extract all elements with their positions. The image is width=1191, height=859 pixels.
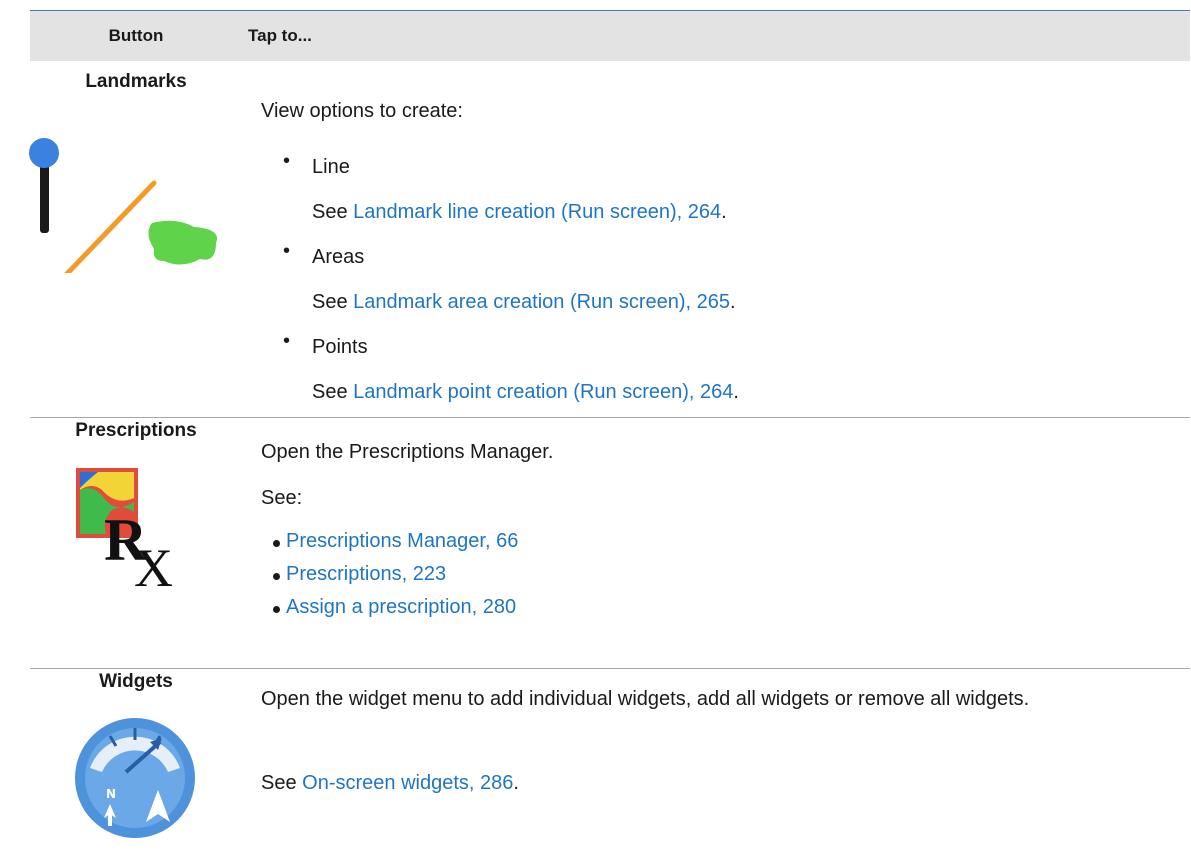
table-row-prescriptions: Prescriptions R X Open the Prescriptions… [30, 418, 1190, 668]
landmarks-item-areas: Areas [312, 246, 365, 268]
table-header: Button Tap to... [30, 11, 1190, 61]
landmarks-areas-see: See Landmark area creation (Run screen),… [312, 291, 736, 313]
bullet-icon [273, 573, 280, 580]
landmarks-label: Landmarks [85, 71, 187, 92]
landmarks-line-see: See Landmark line creation (Run screen),… [312, 201, 727, 223]
prescriptions-manager-link[interactable]: Prescriptions Manager, 66 [286, 530, 518, 553]
prescriptions-icon: R X [76, 468, 186, 598]
assign-prescription-link[interactable]: Assign a prescription, 280 [286, 596, 516, 619]
landmarks-item-points: Points [312, 336, 368, 358]
table-row-widgets: Widgets N Open the widget menu to add in… [30, 669, 1190, 859]
prescriptions-see: See: [261, 487, 303, 509]
on-screen-widgets-link[interactable]: On-screen widgets, 286 [302, 772, 513, 794]
landmarks-icon [26, 113, 226, 282]
bullet-icon: • [283, 240, 291, 262]
bullet-icon [273, 540, 280, 547]
widgets-label: Widgets [99, 671, 173, 692]
landmark-line-link[interactable]: Landmark line creation (Run screen), 264 [353, 201, 721, 223]
landmark-point-link[interactable]: Landmark point creation (Run screen), 26… [353, 381, 733, 403]
landmark-area-link[interactable]: Landmark area creation (Run screen), 265 [353, 291, 730, 313]
bullet-icon: • [283, 150, 291, 172]
header-tap-to: Tap to... [248, 26, 312, 45]
svg-text:N: N [106, 787, 116, 801]
landmarks-intro: View options to create: [261, 100, 463, 122]
bullet-icon [273, 606, 280, 613]
svg-text:X: X [134, 538, 173, 588]
prescriptions-intro: Open the Prescriptions Manager. [261, 441, 554, 463]
prescriptions-link[interactable]: Prescriptions, 223 [286, 563, 446, 586]
widgets-see: See On-screen widgets, 286. [261, 772, 519, 794]
header-button: Button [108, 26, 164, 45]
table-row-landmarks: Landmarks View options to create: • Line… [29, 61, 1190, 417]
prescriptions-label: Prescriptions [75, 420, 197, 441]
widgets-intro: Open the widget menu to add individual w… [261, 688, 1030, 710]
landmarks-item-line: Line [312, 156, 350, 178]
landmarks-points-see: See Landmark point creation (Run screen)… [312, 381, 739, 403]
widgets-icon: N [70, 706, 200, 851]
bullet-icon: • [283, 330, 291, 352]
